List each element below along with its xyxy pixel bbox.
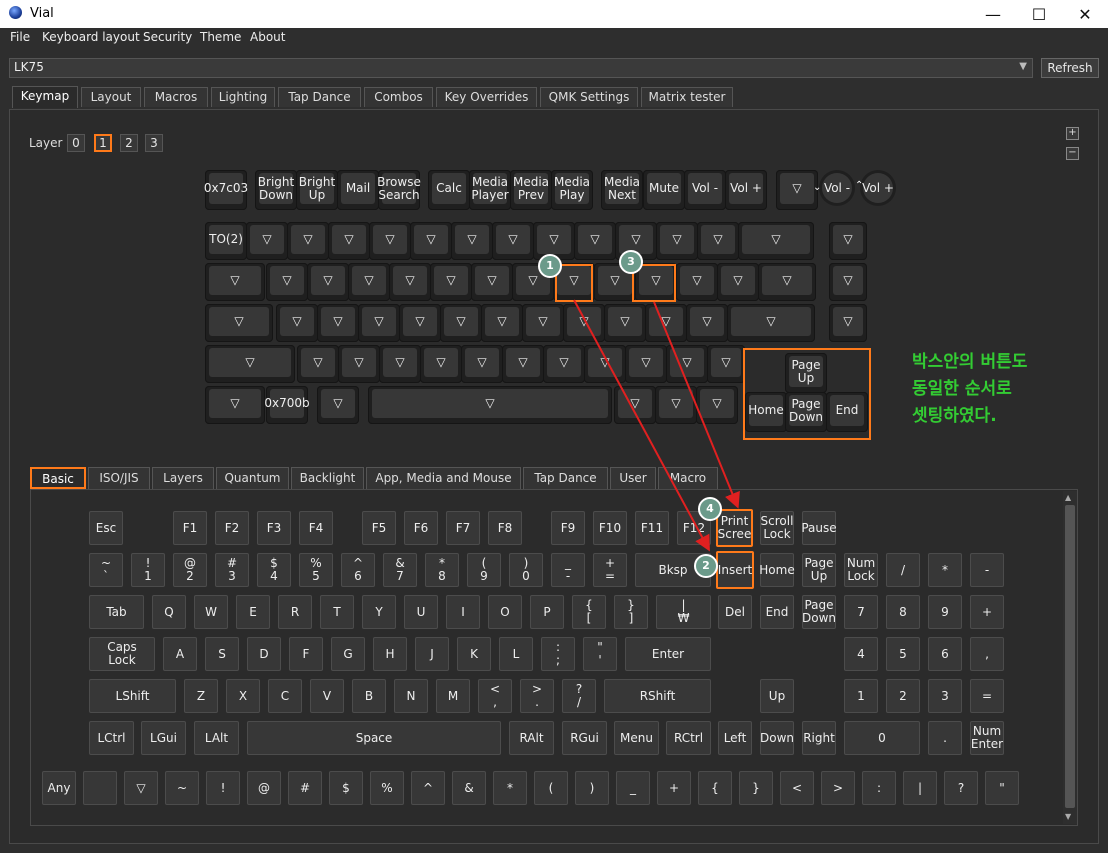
arrow-line [573,299,710,552]
step-marker: 1 [538,254,562,278]
arrow-line [653,301,740,509]
annotation-arrows [573,299,740,552]
step-marker: 3 [619,250,643,274]
step-marker: 4 [698,497,722,521]
step-marker: 2 [694,554,718,578]
